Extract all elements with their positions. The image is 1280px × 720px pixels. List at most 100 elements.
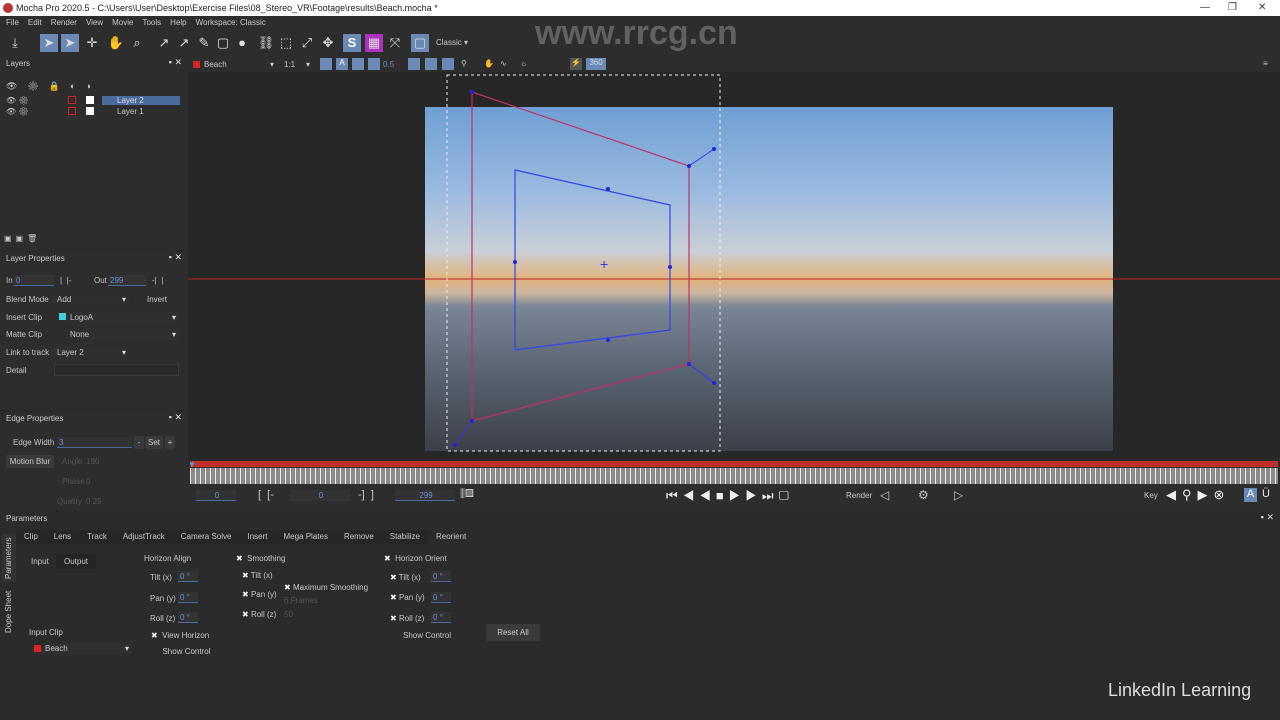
ho-tilt-checkbox[interactable]: ✖ Tilt (x) bbox=[390, 572, 421, 583]
input-clip-swatch bbox=[34, 645, 41, 652]
tab-lens[interactable]: Lens bbox=[46, 530, 79, 544]
layer-properties-panel: Layer Properties ▪ ✕ In 0 | |- Out 299 -… bbox=[0, 252, 188, 410]
auto-key-toggle[interactable]: A bbox=[1244, 488, 1257, 502]
invert-checkbox[interactable]: Invert bbox=[147, 294, 167, 305]
sm-tilt-checkbox[interactable]: ✖ Tilt (x) bbox=[242, 570, 273, 581]
playback-controls[interactable]: ⏮◀◀■▶▶⏭▢ bbox=[666, 488, 794, 504]
render-backward-icon[interactable]: ◁ bbox=[880, 488, 889, 502]
in-field[interactable]: 0 bbox=[14, 275, 54, 286]
layer-row[interactable]: 👁 ⚙ Layer 1 bbox=[4, 107, 184, 117]
render-forward-icon[interactable]: ▷ bbox=[954, 488, 963, 502]
subtab-output[interactable]: Output bbox=[56, 554, 97, 569]
matte-clip-select[interactable]: None bbox=[67, 329, 179, 340]
sm-pan-checkbox[interactable]: ✖ Pan (y) bbox=[242, 589, 277, 600]
watermark-site: www.rrcg.cn bbox=[535, 14, 738, 52]
blend-mode-label: Blend Mode bbox=[6, 295, 49, 304]
edge-properties-panel: Edge Properties ▪ ✕ Edge Width 3 - Set +… bbox=[0, 412, 188, 510]
max-smoothing-checkbox[interactable]: ✖ Maximum Smoothing bbox=[284, 582, 368, 593]
quality-field[interactable]: 0.25 bbox=[86, 496, 102, 507]
render-label: Render bbox=[846, 491, 873, 500]
insert-clip-swatch bbox=[59, 313, 66, 320]
planar-surface[interactable] bbox=[514, 169, 671, 351]
out-buttons[interactable]: -] ] bbox=[358, 490, 374, 501]
motion-blur-toggle[interactable]: Motion Blur bbox=[6, 455, 54, 468]
subtab-input[interactable]: Input bbox=[31, 556, 49, 567]
angle-label: Angle bbox=[62, 457, 83, 466]
out-label: Out bbox=[94, 276, 107, 285]
playhead-icon[interactable]: ▼ bbox=[188, 460, 196, 469]
ho-show-control[interactable]: Show Control bbox=[403, 630, 451, 641]
parameters-close-icon[interactable]: ▪ ✕ bbox=[1261, 512, 1274, 523]
key-extra-icon[interactable]: Ü bbox=[1262, 488, 1270, 500]
insert-clip-select[interactable]: LogoA bbox=[67, 312, 179, 323]
horizon-align-title: Horizon Align bbox=[144, 554, 192, 563]
current-frame-field[interactable]: 0 bbox=[196, 490, 236, 501]
tab-track[interactable]: Track bbox=[79, 530, 115, 544]
edge-width-increase[interactable]: + bbox=[165, 436, 175, 449]
tab-reorient[interactable]: Reorient bbox=[428, 530, 475, 544]
side-tab-parameters[interactable]: Parameters bbox=[2, 534, 16, 582]
ho-tilt-field[interactable]: 0 ° bbox=[431, 571, 451, 582]
out-field[interactable]: 299 bbox=[108, 275, 146, 286]
range-icons[interactable]: ⫼▤ bbox=[460, 489, 474, 500]
matte-clip-label: Matte Clip bbox=[6, 330, 43, 339]
smoothing-checkbox[interactable]: ✖ Smoothing bbox=[236, 553, 285, 564]
ha-tilt-field[interactable]: 0 ° bbox=[178, 571, 198, 582]
tab-stabilize[interactable]: Stabilize bbox=[382, 530, 428, 544]
link-to-track-select[interactable]: Layer 2 bbox=[54, 347, 129, 358]
layer-properties-title: Layer Properties bbox=[6, 254, 65, 263]
link-to-track-label: Link to track bbox=[6, 348, 50, 357]
edge-width-decrease[interactable]: - bbox=[134, 436, 144, 449]
edge-properties-close-icon[interactable]: ▪ ✕ bbox=[169, 412, 182, 423]
layer-actions[interactable]: ▣▣🗑 bbox=[4, 234, 41, 243]
ha-roll-field[interactable]: 0 ° bbox=[178, 612, 198, 623]
reset-all-button[interactable]: Reset All bbox=[486, 624, 540, 641]
view-horizon-checkbox[interactable]: ✖ View Horizon bbox=[151, 630, 209, 641]
edge-width-field[interactable]: 3 bbox=[57, 437, 132, 448]
phase-field[interactable]: 0 bbox=[86, 476, 90, 487]
timeline-ruler[interactable] bbox=[190, 468, 1278, 484]
input-clip-select[interactable]: Beach bbox=[42, 643, 132, 654]
edge-width-set[interactable]: Set bbox=[145, 436, 163, 449]
detail-label: Detail bbox=[6, 366, 27, 375]
cache-bar bbox=[190, 461, 1278, 467]
side-tab-dope-sheet[interactable]: Dope Sheet bbox=[2, 588, 16, 636]
layers-close-icon[interactable]: ▪ ✕ bbox=[169, 57, 182, 68]
angle-field[interactable]: 180 bbox=[86, 456, 99, 467]
smoothing-frames-field[interactable]: 6 Frames bbox=[284, 595, 318, 606]
detail-slider[interactable] bbox=[54, 364, 179, 376]
surface-center-icon: + bbox=[600, 256, 608, 272]
keyframe-controls[interactable]: ◀⚲▶⊗ bbox=[1166, 487, 1230, 503]
ho-pan-field[interactable]: 0 ° bbox=[431, 592, 451, 603]
sm-roll-field[interactable]: 50 bbox=[284, 609, 293, 620]
render-settings-icon[interactable]: ⚙ bbox=[918, 488, 929, 502]
blend-mode-select[interactable]: Add bbox=[54, 294, 129, 305]
tab-insert[interactable]: Insert bbox=[239, 530, 275, 544]
tab-remove[interactable]: Remove bbox=[336, 530, 382, 544]
in-label: In bbox=[6, 276, 13, 285]
out-buttons[interactable]: -| | bbox=[152, 275, 163, 286]
out-point-field[interactable]: 299 bbox=[395, 490, 455, 501]
tab-mega-plates[interactable]: Mega Plates bbox=[275, 530, 335, 544]
sm-roll-checkbox[interactable]: ✖ Roll (z) bbox=[242, 609, 276, 620]
ha-roll-label: Roll (z) bbox=[150, 614, 176, 623]
ha-pan-field[interactable]: 0 ° bbox=[178, 592, 198, 603]
edge-width-label: Edge Width bbox=[13, 438, 55, 447]
tab-clip[interactable]: Clip bbox=[16, 530, 46, 544]
layers-panel: Layers ▪ ✕ 👁⚙🔒◐◑ 👁 ⚙ Layer 2 👁 ⚙ Layer 1… bbox=[0, 57, 188, 250]
in-buttons[interactable]: | |- bbox=[60, 275, 71, 286]
tab-adjust-track[interactable]: AdjustTrack bbox=[115, 530, 173, 544]
in-point-field[interactable]: 0 bbox=[290, 490, 350, 501]
layer-row[interactable]: 👁 ⚙ Layer 2 bbox=[4, 96, 184, 106]
layer-2-shape[interactable] bbox=[471, 91, 690, 422]
parameters-panel: Parameters ▪ ✕ Parameters Dope Sheet Cli… bbox=[0, 512, 1280, 720]
layer-properties-close-icon[interactable]: ▪ ✕ bbox=[169, 252, 182, 263]
horizon-orient-checkbox[interactable]: ✖ Horizon Orient bbox=[384, 553, 447, 564]
ha-show-control-checkbox[interactable]: Show Control bbox=[151, 646, 210, 657]
ho-pan-checkbox[interactable]: ✖ Pan (y) bbox=[390, 592, 425, 603]
ho-roll-checkbox[interactable]: ✖ Roll (z) bbox=[390, 613, 424, 624]
tab-camera-solve[interactable]: Camera Solve bbox=[173, 530, 240, 544]
ho-roll-field[interactable]: 0 ° bbox=[431, 612, 451, 623]
timeline: ▼ 0 [ [- 0 -] ] 299 ⫼▤ ⏮◀◀■▶▶⏭▢ Render ◁… bbox=[188, 460, 1280, 510]
in-out-buttons[interactable]: [ [- bbox=[258, 490, 274, 501]
